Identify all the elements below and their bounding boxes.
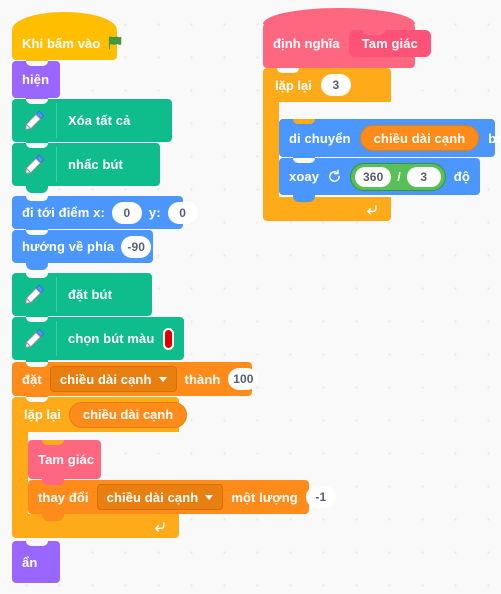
- repeat-3-footer[interactable]: [263, 197, 391, 221]
- notch: [293, 119, 315, 124]
- repeat-3-arm: [263, 102, 279, 197]
- notch: [26, 143, 48, 148]
- block-turn-right-prefix: xoay: [289, 169, 320, 184]
- block-set-variable[interactable]: đặt chiều dài cạnh thành 100: [12, 362, 259, 403]
- notch: [293, 158, 315, 163]
- block-pen-down-label: đặt bút: [68, 287, 113, 302]
- input-direction[interactable]: -90: [121, 235, 152, 258]
- hat-block-define-triangle[interactable]: định nghĩa Tam giác: [263, 8, 431, 75]
- variable-dropdown-label: chiều dài cạnh: [106, 489, 199, 505]
- block-set-variable-mid: thành: [184, 371, 221, 387]
- pen-color-swatch[interactable]: [163, 327, 174, 350]
- input-change-value[interactable]: -1: [305, 486, 336, 508]
- input-repeat-times[interactable]: 3: [320, 74, 351, 96]
- procedure-name-label: Tam giác: [361, 35, 418, 51]
- block-turn-right[interactable]: xoay 360 / 3 độ: [279, 158, 480, 202]
- notch: [26, 61, 48, 66]
- block-show-label: hiện: [22, 72, 50, 87]
- pen-divider: [56, 103, 57, 138]
- block-pen-down[interactable]: đặt bút: [12, 273, 152, 323]
- operator-symbol: /: [397, 169, 401, 184]
- repeat-loop-arm: [12, 432, 28, 514]
- block-goto-xy-label-y: y:: [148, 205, 161, 220]
- define-label: định nghĩa: [273, 35, 340, 51]
- block-call-triangle-label: Tam giác: [38, 452, 95, 467]
- block-workspace-canvas[interactable]: Khi bấm vào hiện Xóa tất cả nhấc bút đi …: [0, 0, 501, 594]
- notch: [26, 541, 48, 546]
- input-x[interactable]: 0: [111, 201, 142, 224]
- block-change-variable-mid: một lượng: [231, 489, 298, 505]
- pen-icon: [12, 99, 56, 142]
- variable-dropdown-label: chiều dài cạnh: [59, 371, 152, 387]
- variable-dropdown[interactable]: chiều dài cạnh: [49, 366, 177, 392]
- green-flag-icon: [107, 35, 124, 52]
- block-hide-label: ẩn: [22, 554, 38, 570]
- block-move-steps[interactable]: di chuyển chiều dài cạnh bước: [279, 119, 501, 164]
- repeat-3-label: lặp lại: [275, 77, 312, 93]
- notch: [277, 68, 299, 73]
- block-hide[interactable]: ẩn: [12, 541, 60, 583]
- hat-dome: [12, 12, 117, 30]
- hat-label: Khi bấm vào: [22, 35, 101, 51]
- repeat-3-header[interactable]: lặp lại 3: [263, 68, 391, 102]
- notch: [26, 99, 48, 104]
- block-change-variable-prefix: thay đổi: [38, 489, 89, 505]
- move-steps-variable[interactable]: chiều dài cạnh: [359, 125, 480, 151]
- operator-divide[interactable]: 360 / 3: [350, 162, 446, 191]
- block-point-direction-label: hướng về phía: [22, 239, 115, 254]
- block-point-direction[interactable]: hướng về phía -90: [12, 230, 153, 270]
- block-change-variable[interactable]: thay đổi chiều dài cạnh một lượng -1: [28, 480, 336, 521]
- repeat-loop-label: lặp lại: [24, 407, 61, 422]
- repeat-count-variable[interactable]: chiều dài cạnh: [68, 401, 188, 428]
- block-goto-xy-label-x: đi tới điểm x:: [22, 205, 105, 220]
- notch: [42, 480, 64, 485]
- operand-right[interactable]: 3: [406, 166, 441, 187]
- operand-left[interactable]: 360: [355, 166, 392, 187]
- loop-arrow-icon: [152, 519, 167, 534]
- pen-divider: [56, 147, 57, 182]
- block-set-variable-prefix: đặt: [22, 371, 42, 387]
- notch: [26, 397, 48, 402]
- block-move-steps-suffix: bước: [488, 130, 501, 146]
- block-erase-all-label: Xóa tất cả: [68, 113, 131, 128]
- block-call-triangle[interactable]: Tam giác: [28, 440, 101, 486]
- notch: [26, 362, 48, 367]
- notch: [26, 317, 48, 322]
- block-erase-all[interactable]: Xóa tất cả: [12, 99, 172, 149]
- input-set-value[interactable]: 100: [228, 368, 259, 390]
- pen-icon: [12, 143, 56, 186]
- pen-divider: [56, 277, 57, 312]
- repeat-loop-header[interactable]: lặp lại chiều dài cạnh: [12, 397, 188, 432]
- block-set-pen-color-label: chọn bút màu: [68, 331, 155, 346]
- notch: [26, 196, 48, 201]
- notch: [42, 440, 64, 445]
- repeat-loop-footer[interactable]: [12, 514, 179, 538]
- block-move-steps-prefix: di chuyển: [289, 130, 351, 146]
- hat-dome: [263, 8, 415, 24]
- block-set-pen-color[interactable]: chọn bút màu: [12, 317, 184, 367]
- notch: [362, 29, 385, 35]
- procedure-prototype[interactable]: Tam giác: [348, 29, 431, 57]
- turn-clockwise-icon: [327, 169, 342, 184]
- loop-arrow-icon: [364, 202, 379, 217]
- hat-block-when-flag-clicked[interactable]: Khi bấm vào: [12, 12, 122, 67]
- variable-dropdown[interactable]: chiều dài cạnh: [96, 484, 224, 510]
- chevron-down-icon: [205, 494, 214, 500]
- block-goto-xy[interactable]: đi tới điểm x: 0 y: 0: [12, 196, 198, 236]
- notch: [26, 273, 48, 278]
- pen-icon: [12, 273, 56, 316]
- block-pen-up[interactable]: nhấc bút: [12, 143, 160, 193]
- pen-icon: [12, 317, 56, 360]
- block-turn-right-suffix: độ: [453, 169, 470, 184]
- block-pen-up-label: nhấc bút: [68, 157, 123, 172]
- input-y[interactable]: 0: [167, 201, 198, 224]
- pen-divider: [56, 321, 57, 356]
- notch: [26, 230, 48, 235]
- block-show[interactable]: hiện: [12, 61, 60, 105]
- chevron-down-icon: [158, 376, 167, 382]
